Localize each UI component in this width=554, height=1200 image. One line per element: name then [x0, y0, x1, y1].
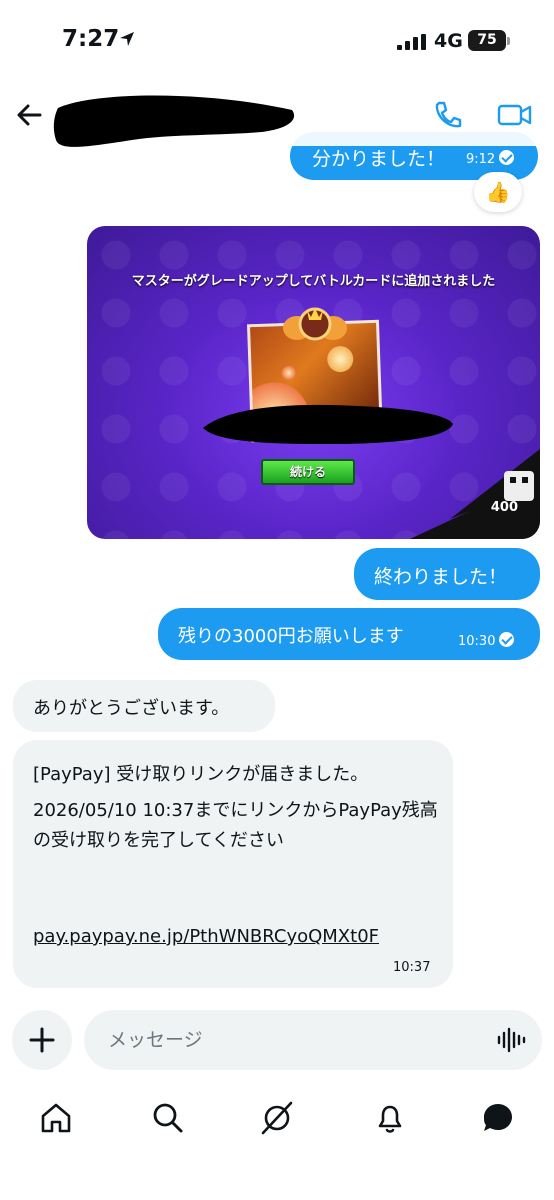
message-text-line1: [PayPay] 受け取りリンクが届きました。: [33, 764, 369, 785]
messages-icon[interactable]: [480, 1100, 516, 1136]
plus-icon: [29, 1027, 55, 1053]
message-input[interactable]: [84, 1010, 542, 1070]
paypay-link[interactable]: pay.paypay.ne.jp/PthWNBRCyoQMXt0F: [33, 926, 379, 947]
corner-decoration: [410, 449, 540, 539]
message-bubble-incoming[interactable]: [PayPay] 受け取りリンクが届きました。 2026/05/10 10:37…: [13, 740, 453, 988]
read-check-icon: [499, 150, 515, 165]
message-text-line2: 2026/05/10 10:37までにリンクからPayPay残高の受け取りを完了…: [33, 800, 438, 851]
message-bubble-incoming[interactable]: ありがとうございます。: [13, 680, 275, 732]
message-image[interactable]: マスターがグレードアップしてバトルカードに追加されました 続ける 400: [87, 226, 540, 539]
message-meta: 9:12: [466, 150, 515, 167]
video-camera-icon[interactable]: [496, 98, 534, 132]
message-composer: [0, 1000, 554, 1082]
arrow-left-icon[interactable]: [12, 98, 46, 132]
message-bubble-outgoing[interactable]: 残りの3000円お願いします 10:30: [158, 608, 540, 660]
image-caption: マスターがグレードアップしてバトルカードに追加されました: [131, 274, 496, 289]
search-icon[interactable]: [150, 1100, 186, 1136]
message-text: ありがとうございます。: [33, 698, 230, 719]
reaction-badge[interactable]: 👍: [474, 172, 522, 212]
message-text: 残りの3000円お願いします: [178, 626, 404, 647]
message-time: 10:37: [393, 960, 431, 975]
conversation-header: [0, 80, 554, 147]
add-attachment-button[interactable]: [12, 1010, 72, 1070]
notifications-bell-icon[interactable]: [372, 1100, 408, 1136]
redaction-mark: [53, 95, 295, 147]
orb-decoration: [326, 345, 354, 373]
read-check-icon: [499, 632, 515, 647]
continue-button: 続ける: [261, 459, 355, 485]
trophy-count: 400: [490, 500, 518, 515]
voice-waveform-icon[interactable]: [496, 1027, 526, 1053]
emblem-icon: [283, 307, 347, 341]
message-meta: 10:30: [458, 632, 515, 649]
redaction-mark: [203, 404, 453, 444]
message-text: 終わりました！: [374, 566, 508, 588]
phone-icon[interactable]: [430, 98, 464, 132]
grok-icon[interactable]: [259, 1100, 295, 1136]
message-time: 10:30: [458, 634, 496, 649]
message-bubble-outgoing[interactable]: 終わりました！: [354, 548, 540, 600]
home-icon[interactable]: [38, 1100, 74, 1136]
message-time: 9:12: [466, 152, 496, 167]
message-text: 分かりました！: [312, 148, 446, 170]
orb-decoration: [281, 365, 296, 381]
bottom-tab-bar: [0, 1090, 554, 1150]
